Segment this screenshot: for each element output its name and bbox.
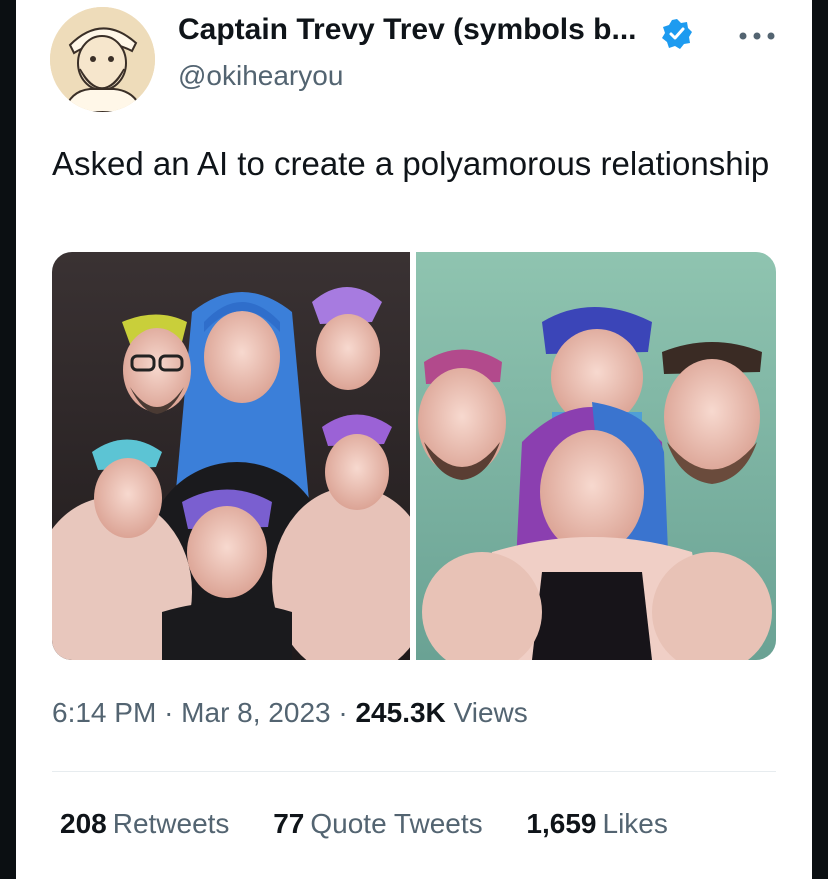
avatar[interactable]: [50, 7, 155, 112]
likes-stat[interactable]: 1,659 Likes: [526, 808, 667, 840]
likes-label: Likes: [602, 808, 668, 839]
retweets-stat[interactable]: 208 Retweets: [60, 808, 229, 840]
author-handle[interactable]: @okihearyou: [178, 60, 343, 92]
more-options-icon[interactable]: [737, 28, 777, 44]
views-label: Views: [453, 697, 528, 728]
group-portrait-image-left[interactable]: [52, 252, 432, 660]
separator-dot: ·: [164, 697, 174, 728]
tweet-time[interactable]: 6:14 PM: [52, 697, 156, 728]
quote-tweets-stat[interactable]: 77 Quote Tweets: [273, 808, 482, 840]
views-count: 245.3K: [355, 697, 446, 728]
engagement-stats: 208 Retweets 77 Quote Tweets 1,659 Likes: [60, 808, 704, 840]
avatar-illustration: [50, 7, 155, 112]
divider: [52, 771, 776, 772]
quote-tweets-label: Quote Tweets: [310, 808, 483, 839]
quote-tweets-count: 77: [273, 808, 305, 839]
separator-dot: ·: [338, 697, 348, 728]
group-portrait-image-right[interactable]: [416, 252, 776, 660]
tweet-metadata: 6:14 PM · Mar 8, 2023 · 245.3K Views: [52, 697, 528, 729]
media-container[interactable]: [52, 252, 776, 660]
author-display-name[interactable]: Captain Trevy Trev (symbols b...: [178, 13, 637, 47]
retweets-count: 208: [60, 808, 107, 839]
tweet-text: Asked an AI to create a polyamorous rela…: [52, 145, 770, 182]
verified-badge-icon: [662, 19, 692, 49]
likes-count: 1,659: [526, 808, 597, 839]
tweet-card: Captain Trevy Trev (symbols b... @okihea…: [16, 0, 812, 879]
tweet-date[interactable]: Mar 8, 2023: [181, 697, 330, 728]
retweets-label: Retweets: [112, 808, 230, 839]
